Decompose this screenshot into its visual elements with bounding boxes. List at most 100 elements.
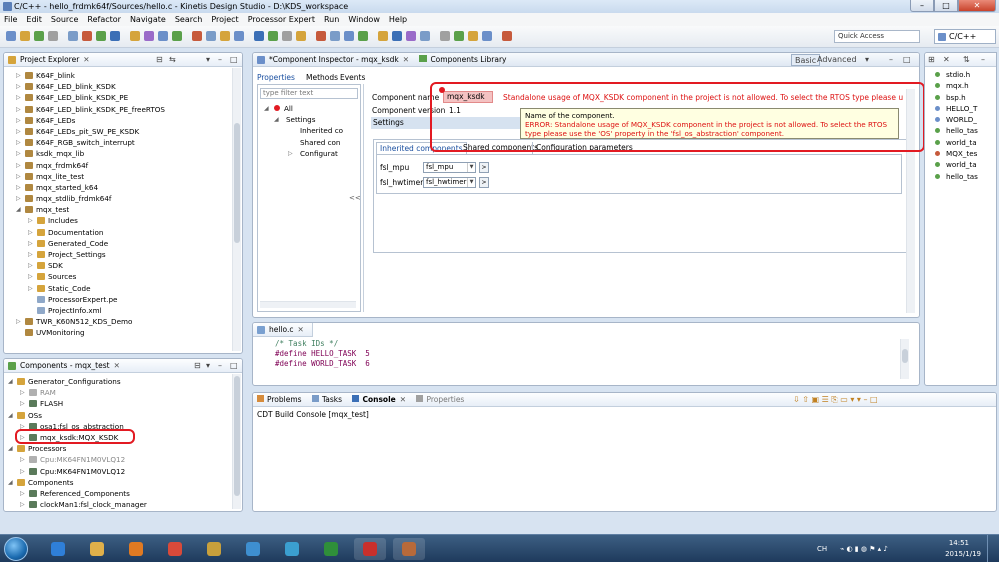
tree-item[interactable]: ▷ K64F_LEDs xyxy=(6,115,230,126)
collapsed-arrow-icon[interactable]: ▷ xyxy=(20,454,28,465)
close-tab-icon[interactable]: ✕ xyxy=(943,53,950,67)
menu-window[interactable]: Window xyxy=(348,15,380,24)
toolbar-tool-icon[interactable] xyxy=(158,31,168,41)
collapsed-arrow-icon[interactable]: ▷ xyxy=(20,499,28,510)
toolbar-tool-icon[interactable] xyxy=(144,31,154,41)
collapsed-arrow-icon[interactable]: ▷ xyxy=(16,81,24,92)
collapsed-arrow-icon[interactable]: ▷ xyxy=(20,488,28,499)
collapsed-arrow-icon[interactable]: ▷ xyxy=(16,104,24,115)
toolbar-tool-icon[interactable] xyxy=(6,31,16,41)
menu-refactor[interactable]: Refactor xyxy=(87,15,121,24)
toolbar-tool-icon[interactable] xyxy=(268,31,278,41)
properties-subtab[interactable]: Properties xyxy=(257,72,295,84)
toolbar-tool-icon[interactable] xyxy=(82,31,92,41)
toolbar-tool-icon[interactable] xyxy=(344,31,354,41)
property-tree-item[interactable]: ◢ Settings xyxy=(260,114,358,125)
toolbar-tool-icon[interactable] xyxy=(220,31,230,41)
tray-icons[interactable]: ⌁ ◐ ▮ ◍ ⚑ ▴ ♪ xyxy=(840,545,888,553)
toolbar-tool-icon[interactable] xyxy=(358,31,368,41)
collapsed-arrow-icon[interactable]: ▷ xyxy=(20,466,28,477)
collapsed-arrow-icon[interactable]: ▷ xyxy=(16,182,24,193)
tasks-tab[interactable]: Tasks xyxy=(311,395,342,404)
collapsed-arrow-icon[interactable]: ▷ xyxy=(288,148,296,159)
chevron-down-icon[interactable]: ▼ xyxy=(467,178,475,187)
toolbar-tool-icon[interactable] xyxy=(330,31,340,41)
tree-item[interactable]: ▷ TWR_K60N512_KDS_Demo xyxy=(6,316,230,327)
taskbar-app-button[interactable] xyxy=(276,538,308,560)
toolbar-tool-icon[interactable] xyxy=(130,31,140,41)
property-tree-item[interactable]: Inherited co xyxy=(260,125,358,136)
tree-item[interactable]: ▷ K64F_RGB_switch_interrupt xyxy=(6,137,230,148)
tree-item[interactable]: ▷ K64F_LEDs_pit_SW_PE_KSDK xyxy=(6,126,230,137)
collapsed-arrow-icon[interactable]: ▷ xyxy=(20,398,28,409)
collapsed-arrow-icon[interactable]: ▷ xyxy=(16,92,24,103)
toolbar-tool-icon[interactable] xyxy=(254,31,264,41)
maximize-view-icon[interactable]: □ xyxy=(230,53,238,67)
expanded-arrow-icon[interactable]: ◢ xyxy=(274,114,282,125)
taskbar-app-button[interactable] xyxy=(198,538,230,560)
expanded-arrow-icon[interactable]: ◢ xyxy=(8,477,16,488)
console-toolbar-icons[interactable]: ⇩ ⇧ ▣ ☰ ⎘ ▭ ▾ ▾ – □ xyxy=(793,393,878,407)
toolbar-tool-icon[interactable] xyxy=(96,31,106,41)
fsl-hwtimer-combo[interactable]: fsl_hwtimer ▼ xyxy=(423,177,476,188)
menu-help[interactable]: Help xyxy=(389,15,407,24)
minimize-view-icon[interactable]: – xyxy=(981,53,985,67)
tree-item[interactable]: ▷ Cpu:MK64FN1M0VLQ12 xyxy=(6,454,230,465)
tree-item[interactable]: ▷ K64F_blink xyxy=(6,70,230,81)
taskbar-app-button[interactable] xyxy=(159,538,191,560)
collapse-all-icon[interactable]: ⊟ xyxy=(156,53,163,67)
close-button[interactable]: ✕ xyxy=(958,0,996,12)
maximize-button[interactable]: □ xyxy=(934,0,958,12)
tree-item[interactable]: ▷ ksdk_mqx_lib xyxy=(6,148,230,159)
tree-item[interactable]: ▷ K64F_LED_blink_KSDK_PE xyxy=(6,92,230,103)
expanded-arrow-icon[interactable]: ◢ xyxy=(16,204,24,215)
link-editor-icon[interactable]: ⇆ xyxy=(169,53,176,67)
view-menu-icon[interactable]: ▾ xyxy=(206,53,210,67)
collapsed-arrow-icon[interactable]: ▷ xyxy=(16,148,24,159)
scrollbar-thumb[interactable] xyxy=(234,376,240,496)
tree-item[interactable]: ▷ mqx_started_k64 xyxy=(6,182,230,193)
taskbar-app-button[interactable] xyxy=(393,538,425,560)
collapsed-arrow-icon[interactable]: ▷ xyxy=(28,271,36,282)
sort-icon[interactable]: ⇅ xyxy=(963,53,970,67)
collapsed-arrow-icon[interactable]: ▷ xyxy=(28,227,36,238)
problems-tab[interactable]: Problems xyxy=(257,395,302,404)
outline-item[interactable]: stdio.h xyxy=(933,69,996,80)
tree-item[interactable]: ▷ clockMan1:fsl_clock_manager xyxy=(6,499,230,510)
toolbar-tool-icon[interactable] xyxy=(68,31,78,41)
quick-access-input[interactable]: Quick Access xyxy=(834,30,920,43)
outline-tab[interactable]: ⊞ ✕ ⇅ – xyxy=(925,53,996,67)
menu-icon[interactable]: ▾ xyxy=(865,53,869,67)
toolbar-tool-icon[interactable] xyxy=(316,31,326,41)
tree-item[interactable]: ◢ Generator_Configurations xyxy=(6,376,230,387)
tree-item[interactable]: ▷ mqx_frdmk64f xyxy=(6,160,230,171)
toolbar-tool-icon[interactable] xyxy=(392,31,402,41)
collapsed-arrow-icon[interactable]: ▷ xyxy=(28,260,36,271)
collapsed-arrow-icon[interactable]: ▷ xyxy=(16,171,24,182)
fsl-mpu-open-button[interactable]: > xyxy=(479,162,489,173)
console-tab[interactable]: Console ✕ xyxy=(352,395,406,404)
tree-item[interactable]: ◢ OSs xyxy=(6,410,230,421)
close-tab-icon[interactable]: ✕ xyxy=(83,55,89,64)
methods-subtab[interactable]: Methods xyxy=(306,72,338,84)
tree-item[interactable]: ◢ Processors xyxy=(6,443,230,454)
tree-item[interactable]: ▷ mqx_lite_test xyxy=(6,171,230,182)
components-library-tab[interactable]: Components Library xyxy=(419,55,507,64)
collapsed-arrow-icon[interactable]: ▷ xyxy=(28,283,36,294)
fsl-mpu-combo[interactable]: fsl_mpu ▼ xyxy=(423,162,476,173)
collapsed-arrow-icon[interactable]: ▷ xyxy=(28,215,36,226)
collapsed-arrow-icon[interactable]: ▷ xyxy=(16,193,24,204)
toolbar-tool-icon[interactable] xyxy=(482,31,492,41)
minimize-button[interactable]: – xyxy=(910,0,934,12)
outline-item[interactable]: WORLD_ xyxy=(933,114,996,125)
tree-item[interactable]: ▷ Static_Code xyxy=(6,283,230,294)
taskbar-app-button[interactable] xyxy=(81,538,113,560)
tree-item[interactable]: ▷ FLASH xyxy=(6,398,230,409)
taskbar-app-button[interactable] xyxy=(120,538,152,560)
toolbar-tool-icon[interactable] xyxy=(206,31,216,41)
outline-item[interactable]: world_ta xyxy=(933,159,996,170)
tree-item[interactable]: ▷ K64F_LED_blink_KSDK_PE_freeRTOS xyxy=(6,104,230,115)
tree-item[interactable]: ProjectInfo.xml xyxy=(6,305,230,316)
tree-item[interactable]: UVMonitoring xyxy=(6,327,230,338)
menu-processor-expert[interactable]: Processor Expert xyxy=(248,15,315,24)
